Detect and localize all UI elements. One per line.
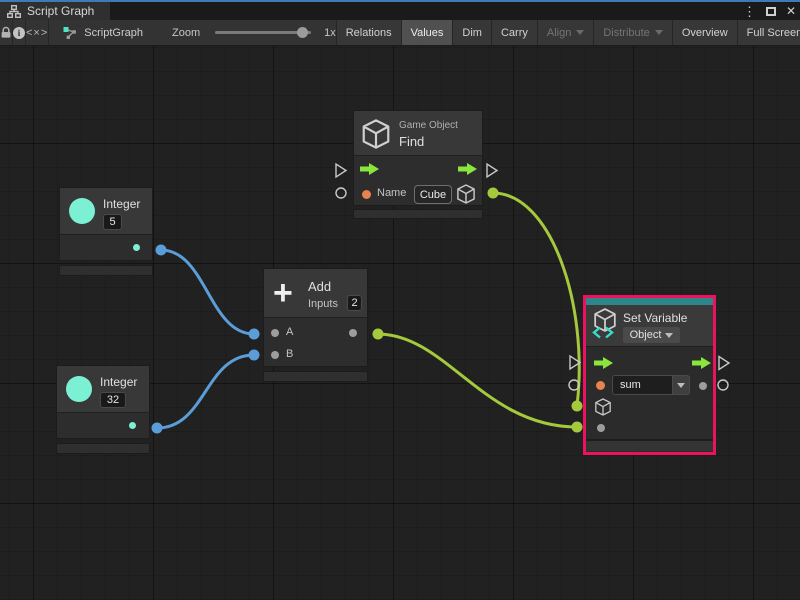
full-screen-button[interactable]: Full Screen bbox=[738, 20, 800, 45]
node-title: Find bbox=[399, 134, 424, 149]
distribute-dropdown[interactable]: Distribute bbox=[594, 20, 672, 45]
tab-script-graph[interactable]: Script Graph bbox=[0, 2, 110, 20]
node-integer-5[interactable]: Integer 5 bbox=[59, 187, 153, 276]
integer-type-icon bbox=[69, 198, 95, 224]
node-title: Add bbox=[308, 279, 331, 294]
add-plus-icon: + bbox=[273, 282, 293, 304]
overview-button[interactable]: Overview bbox=[673, 20, 738, 45]
variable-kind-dropdown[interactable]: Object bbox=[623, 327, 680, 343]
add-output-port[interactable] bbox=[349, 329, 357, 337]
node-footer bbox=[353, 209, 483, 219]
code-icon: <×> bbox=[26, 27, 48, 39]
integer-output-port[interactable] bbox=[133, 244, 140, 251]
add-input-a-port[interactable] bbox=[271, 329, 279, 337]
focus-highlight-line bbox=[0, 0, 800, 2]
relations-button[interactable]: Relations bbox=[337, 20, 402, 45]
port-a-label: A bbox=[286, 326, 293, 338]
integer-value-field[interactable]: 5 bbox=[103, 214, 122, 230]
flow-out-port[interactable] bbox=[692, 357, 711, 369]
node-add[interactable]: + Add Inputs 2 A B bbox=[263, 268, 368, 382]
zoom-slider-handle[interactable] bbox=[297, 27, 308, 38]
dim-button[interactable]: Dim bbox=[453, 20, 492, 45]
align-dropdown[interactable]: Align bbox=[538, 20, 594, 45]
graph-toolbar: i <×> ScriptGraph Zoom 1x Relations Valu… bbox=[0, 20, 800, 46]
node-footer bbox=[586, 441, 713, 451]
title-bar: Script Graph ⋮ ✕ bbox=[0, 0, 800, 20]
flow-in-port[interactable] bbox=[360, 163, 379, 175]
caret-down-icon bbox=[655, 30, 663, 35]
code-brackets-icon bbox=[592, 326, 614, 339]
zoom-label: Zoom bbox=[172, 27, 200, 39]
graph-hierarchy-icon bbox=[7, 5, 21, 18]
zoom-value: 1x bbox=[324, 27, 336, 39]
find-output-gameobject-port[interactable] bbox=[457, 184, 475, 204]
script-graph-icon bbox=[63, 26, 77, 40]
add-input-b-port[interactable] bbox=[271, 351, 279, 359]
setvar-value-input-port[interactable] bbox=[597, 424, 605, 432]
node-footer bbox=[263, 371, 368, 382]
close-icon[interactable]: ✕ bbox=[786, 5, 796, 17]
graph-name-label: ScriptGraph bbox=[84, 27, 143, 39]
setvar-object-input-port[interactable] bbox=[595, 398, 611, 416]
graph-info-section: ScriptGraph Zoom 1x bbox=[49, 20, 336, 45]
toolbar-buttons: Relations Values Dim Carry Align Distrib… bbox=[337, 20, 800, 45]
carry-button[interactable]: Carry bbox=[492, 20, 538, 45]
port-b-label: B bbox=[286, 348, 293, 360]
integer-value-field[interactable]: 32 bbox=[100, 392, 126, 408]
node-footer bbox=[59, 265, 153, 276]
caret-down-icon bbox=[665, 333, 673, 338]
node-title: Integer bbox=[100, 375, 137, 389]
info-icon: i bbox=[13, 27, 25, 39]
lock-icon bbox=[0, 26, 12, 39]
preview-code-button[interactable]: <×> bbox=[26, 20, 49, 45]
caret-down-icon bbox=[677, 383, 685, 388]
integer-output-port[interactable] bbox=[129, 422, 136, 429]
node-set-variable-selected[interactable]: Set Variable Object sum bbox=[583, 295, 716, 455]
variable-name-field[interactable]: sum bbox=[612, 375, 673, 395]
inputs-count-field[interactable]: 2 bbox=[347, 295, 362, 311]
window-controls: ⋮ ✕ bbox=[743, 2, 796, 20]
setvar-output-port[interactable] bbox=[699, 382, 707, 390]
tab-title: Script Graph bbox=[27, 4, 94, 18]
caret-down-icon bbox=[576, 30, 584, 35]
inputs-label: Inputs bbox=[308, 298, 338, 310]
info-button[interactable]: i bbox=[13, 20, 26, 45]
node-title: Integer bbox=[103, 197, 140, 211]
flow-out-port[interactable] bbox=[458, 163, 477, 175]
script-graph-window: Script Graph ⋮ ✕ i <×> bbox=[0, 0, 800, 600]
values-button[interactable]: Values bbox=[402, 20, 454, 45]
maximize-icon[interactable] bbox=[766, 7, 776, 16]
node-footer bbox=[56, 443, 150, 454]
node-gameobject-find[interactable]: Game Object Find Name Cube bbox=[353, 110, 483, 219]
setvar-name-input-port[interactable] bbox=[596, 381, 605, 390]
name-label: Name bbox=[377, 187, 406, 199]
node-integer-32[interactable]: Integer 32 bbox=[56, 365, 150, 454]
find-name-input-port[interactable] bbox=[362, 190, 371, 199]
node-category: Game Object bbox=[399, 120, 458, 131]
name-value-field[interactable]: Cube bbox=[414, 185, 452, 204]
flow-in-port[interactable] bbox=[594, 357, 613, 369]
lock-button[interactable] bbox=[0, 20, 13, 45]
node-title: Set Variable bbox=[623, 311, 687, 325]
variable-name-dropdown-button[interactable] bbox=[673, 375, 690, 395]
variable-accent-bar bbox=[586, 298, 713, 305]
window-menu-icon[interactable]: ⋮ bbox=[743, 5, 756, 18]
gameobject-cube-icon bbox=[362, 119, 390, 149]
integer-type-icon bbox=[66, 376, 92, 402]
zoom-slider[interactable] bbox=[215, 31, 311, 34]
